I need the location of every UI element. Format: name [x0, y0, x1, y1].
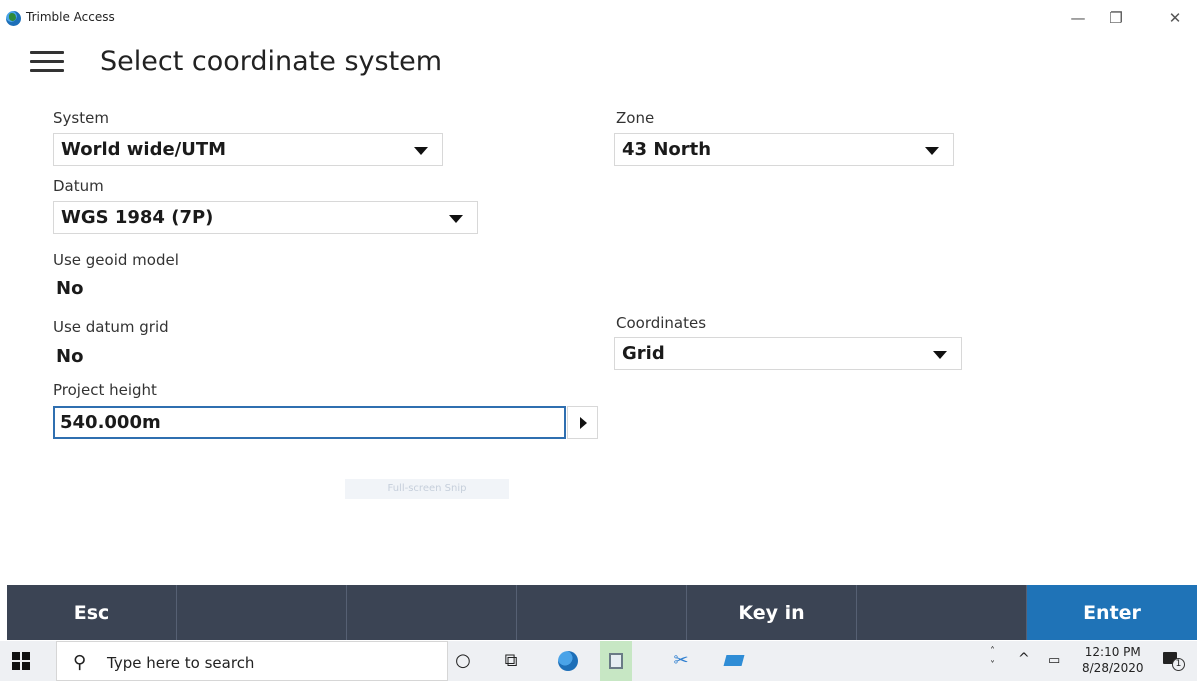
coordinates-value: Grid — [622, 343, 665, 364]
task-view-icon[interactable]: ⧉ — [499, 649, 523, 673]
hamburger-menu-icon[interactable] — [30, 51, 64, 73]
notification-count: 1 — [1172, 658, 1185, 671]
calculator-app-icon[interactable] — [600, 641, 632, 681]
coordinates-label: Coordinates — [616, 314, 707, 332]
datum-value: WGS 1984 (7P) — [61, 207, 214, 228]
chevron-down-icon — [933, 351, 947, 359]
window-title-bar: Trimble Access — ❐ ✕ — [0, 0, 1197, 36]
close-button[interactable]: ✕ — [1160, 6, 1190, 30]
softkey-2[interactable] — [177, 585, 347, 640]
restore-button[interactable]: ❐ — [1101, 6, 1131, 30]
cortana-icon[interactable]: ○ — [451, 649, 475, 673]
snipping-tool-icon[interactable]: ✂ — [669, 649, 693, 673]
trimble-app-icon[interactable] — [556, 649, 580, 673]
geoid-label: Use geoid model — [53, 251, 179, 269]
chevron-down-icon — [925, 147, 939, 155]
enter-button[interactable]: Enter — [1027, 585, 1197, 640]
project-height-input[interactable] — [55, 408, 564, 437]
softkey-4[interactable] — [517, 585, 687, 640]
snip-overlay-label: Full-screen Snip — [345, 479, 509, 499]
minimize-button[interactable]: — — [1063, 6, 1093, 30]
app-window: Trimble Access — ❐ ✕ Select coordinate s… — [0, 0, 1197, 681]
project-height-options-button[interactable] — [567, 406, 598, 439]
geoid-value: No — [56, 278, 84, 299]
search-placeholder: Type here to search — [107, 654, 255, 672]
datum-dropdown[interactable]: WGS 1984 (7P) — [53, 201, 478, 234]
coordinates-dropdown[interactable]: Grid — [614, 337, 962, 370]
taskbar-search-box[interactable]: ⚲ Type here to search — [56, 641, 448, 681]
project-height-label: Project height — [53, 381, 157, 399]
windows-taskbar: ⚲ Type here to search ○ ⧉ ✂ ˄ ˅ ^ ▭ 12:10… — [0, 641, 1197, 681]
device-app-icon[interactable] — [722, 649, 746, 673]
notification-center-icon[interactable]: 1 — [1160, 649, 1188, 673]
tray-scroll-arrows[interactable]: ˄ ˅ — [990, 645, 995, 681]
softkey-3[interactable] — [347, 585, 517, 640]
show-hidden-icons-chevron-icon[interactable]: ^ — [1018, 651, 1030, 681]
datum-grid-value: No — [56, 346, 84, 367]
chevron-down-icon — [449, 215, 463, 223]
softkey-6[interactable] — [857, 585, 1027, 640]
project-height-field-box — [53, 406, 566, 439]
zone-value: 43 North — [622, 139, 712, 160]
system-dropdown[interactable]: World wide/UTM — [53, 133, 443, 166]
chevron-down-icon — [414, 147, 428, 155]
battery-icon[interactable]: ▭ — [1048, 653, 1060, 681]
datum-label: Datum — [53, 177, 104, 195]
zone-label: Zone — [616, 109, 655, 127]
search-icon: ⚲ — [73, 652, 87, 673]
trimble-globe-icon — [6, 11, 21, 26]
key-in-button[interactable]: Key in — [687, 585, 857, 640]
system-value: World wide/UTM — [61, 139, 227, 160]
window-title: Trimble Access — [26, 10, 115, 24]
clock-time: 12:10 PM — [1084, 645, 1141, 659]
esc-button[interactable]: Esc — [7, 585, 177, 640]
system-label: System — [53, 109, 109, 127]
zone-dropdown[interactable]: 43 North — [614, 133, 954, 166]
softkey-bar: Esc Key in Enter — [7, 585, 1197, 640]
clock-date: 8/28/2020 — [1082, 661, 1144, 675]
datum-grid-label: Use datum grid — [53, 318, 169, 336]
windows-start-icon[interactable] — [12, 652, 30, 670]
page-title: Select coordinate system — [100, 46, 443, 77]
taskbar-clock[interactable]: 12:10 PM 8/28/2020 — [1082, 644, 1144, 676]
